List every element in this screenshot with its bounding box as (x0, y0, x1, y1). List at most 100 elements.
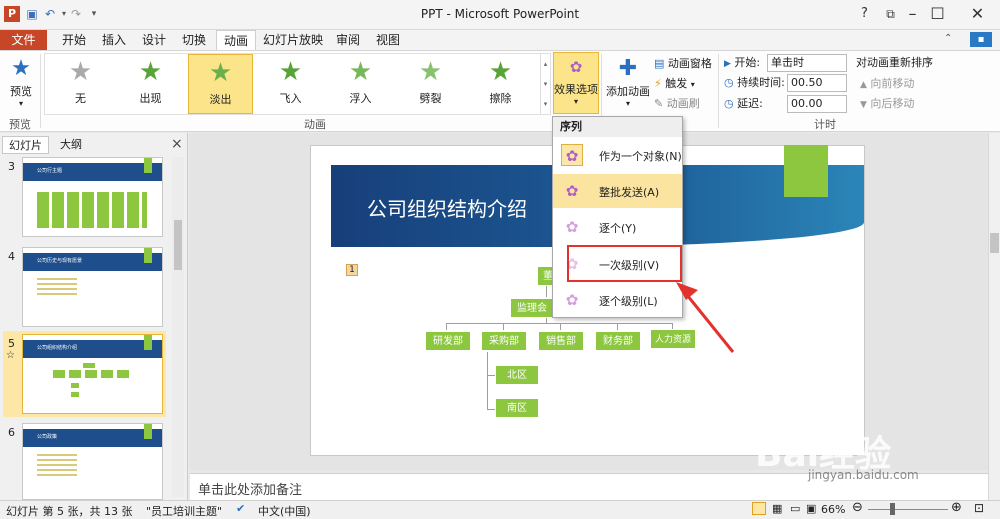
duration-label: ◷ 持续时间: (724, 76, 785, 89)
menu-item-as-one-object[interactable]: ✿ 作为一个对象(N) (553, 138, 682, 172)
tab-animations[interactable]: 动画 (216, 30, 256, 50)
animation-star-icon: ☆ (6, 350, 15, 361)
powerpoint-app-icon[interactable]: P (4, 6, 20, 22)
anim-wipe[interactable]: ★ 擦除 (468, 54, 533, 114)
animation-pane-button[interactable]: ▤ 动画窗格 (654, 54, 718, 74)
tab-home[interactable]: 开始 (56, 30, 92, 50)
start-select[interactable]: 单击时 (767, 54, 847, 72)
trigger-button[interactable]: ⚡ 触发 ▾ (654, 74, 718, 94)
start-label: ▶ 开始: (724, 56, 761, 69)
slide-title[interactable]: 公司组织结构介绍 (367, 193, 527, 222)
org-node-hr[interactable]: 人力资源部 (650, 329, 696, 365)
account-icon[interactable]: ▪ (970, 32, 992, 47)
brush-icon: ✎ (654, 97, 664, 110)
reading-view-icon[interactable]: ▭ (790, 502, 800, 515)
slideshow-icon[interactable]: ▣ (806, 502, 816, 515)
org-node-north[interactable]: 北区 (495, 365, 539, 385)
tab-design[interactable]: 设计 (136, 30, 172, 50)
canvas-scroll-thumb[interactable] (990, 233, 999, 253)
org-node-purchase[interactable]: 采购部 (481, 331, 527, 351)
normal-view-icon[interactable] (752, 502, 766, 515)
animation-order-marker[interactable]: 1 (346, 264, 358, 276)
preview-star-icon: ★ (11, 56, 31, 81)
add-animation-button[interactable]: ✚ 添加动画 ▾ (605, 55, 651, 111)
zoom-out-icon[interactable]: ⊖ (852, 500, 863, 515)
chevron-down-icon: ▾ (625, 99, 630, 108)
move-earlier-button[interactable]: ▲ 向前移动 (860, 74, 914, 94)
animation-painter-button[interactable]: ✎ 动画刷 (654, 94, 718, 114)
anim-fade[interactable]: ★ 淡出 (188, 54, 253, 114)
move-later-button[interactable]: ▼ 向后移动 (860, 94, 914, 114)
menu-item-one-by-one[interactable]: ✿ 逐个(Y) (553, 210, 682, 244)
menu-item-level-one-by-one[interactable]: ✿ 逐个级别(L) (553, 283, 682, 317)
org-node-finance[interactable]: 财务部 (595, 331, 641, 351)
org-node-sales[interactable]: 销售部 (538, 331, 584, 351)
tab-transitions[interactable]: 切换 (176, 30, 212, 50)
org-node-south[interactable]: 南区 (495, 398, 539, 418)
pane-scrollbar[interactable] (172, 157, 184, 497)
anim-none[interactable]: ★ 无 (48, 54, 113, 114)
slide-number: 6 (8, 426, 15, 439)
status-slide-info: 幻灯片 第 5 张，共 13 张 (6, 505, 133, 518)
org-node-rd[interactable]: 研发部 (425, 331, 471, 351)
slide-thumbnail-3[interactable]: 公司行主题 (22, 157, 163, 237)
slide-thumbnail-5[interactable]: 公司组织结构介绍 (22, 334, 163, 414)
zoom-slider[interactable] (868, 509, 948, 510)
preview-group-label: 预览 (9, 118, 31, 131)
tab-slideshow[interactable]: 幻灯片放映 (260, 30, 326, 50)
triangle-up-icon: ▲ (860, 80, 867, 90)
zoom-slider-thumb[interactable] (890, 503, 895, 515)
connector (487, 375, 495, 376)
play-icon: ▶ (724, 59, 731, 69)
slide-thumbnail-6[interactable]: 公司政策 (22, 423, 163, 500)
zoom-in-icon[interactable]: ⊕ (951, 500, 962, 515)
tab-insert[interactable]: 插入 (96, 30, 132, 50)
tab-file[interactable]: 文件 (0, 30, 47, 50)
preview-label: 预览 (10, 85, 32, 98)
tab-review[interactable]: 审阅 (332, 30, 364, 50)
tab-view[interactable]: 视图 (372, 30, 404, 50)
star-icon: ★ (418, 57, 443, 87)
notes-placeholder: 单击此处添加备注 (198, 483, 303, 498)
fit-slide-icon[interactable]: ⊡ (974, 501, 984, 515)
maximize-button[interactable]: ☐ (915, 0, 960, 30)
pane-scroll-thumb[interactable] (174, 220, 182, 270)
anim-split[interactable]: ★ 劈裂 (398, 54, 463, 114)
menu-header: 序列 (553, 117, 682, 137)
tab-outline[interactable]: 大纲 (54, 136, 88, 154)
thumb-org (83, 363, 95, 368)
anim-fly-in[interactable]: ★ 飞入 (258, 54, 323, 114)
animation-pane-icon: ▤ (654, 57, 665, 70)
preview-button[interactable]: ★ 预览 ▾ (4, 55, 38, 111)
redo-icon[interactable]: ↷ (68, 6, 84, 22)
effect-options-button[interactable]: ✿ 效果选项 ▾ (553, 52, 599, 114)
delay-label: ◷ 延迟: (724, 97, 763, 110)
star-icon: ★ (68, 57, 93, 87)
zoom-level[interactable]: 66% (821, 503, 845, 516)
close-button[interactable]: ✕ (955, 0, 1000, 30)
anim-float-in[interactable]: ★ 浮入 (328, 54, 393, 114)
slide-thumbnail-4[interactable]: 公司历史与现有愿景 (22, 247, 163, 327)
collapse-ribbon-icon[interactable]: ⌃ (944, 33, 952, 44)
thumb-title: 公司行主题 (37, 168, 63, 174)
slide-sorter-icon[interactable]: ▦ (772, 502, 782, 515)
chevron-down-icon: ▾ (18, 99, 23, 108)
customize-qat-icon[interactable]: ▾ (86, 6, 102, 22)
canvas-scrollbar[interactable] (988, 133, 1000, 500)
delay-input[interactable]: 00.00 (787, 95, 847, 113)
status-language[interactable]: 中文(中国) (258, 503, 311, 519)
spellcheck-icon[interactable]: ✔ (236, 502, 245, 515)
tab-slides[interactable]: 幻灯片 (2, 136, 49, 154)
close-icon[interactable]: × (171, 136, 183, 152)
thumb-bullets (37, 454, 77, 478)
star-icon: ★ (138, 57, 163, 87)
duration-input[interactable]: 00.50 (787, 74, 847, 92)
thumb-title: 公司政策 (37, 434, 58, 440)
org-node-supervisor[interactable]: 监理会 (510, 298, 554, 318)
menu-item-all-at-once[interactable]: ✿ 整批发送(A) (553, 174, 682, 208)
gallery-scroll[interactable]: ▴ ▾ ▾ (540, 54, 550, 114)
anim-appear[interactable]: ★ 出现 (118, 54, 183, 114)
reorder-title: 对动画重新排序 (856, 56, 933, 69)
thumb-bullets (37, 278, 77, 296)
save-icon[interactable]: ▣ (24, 6, 40, 22)
